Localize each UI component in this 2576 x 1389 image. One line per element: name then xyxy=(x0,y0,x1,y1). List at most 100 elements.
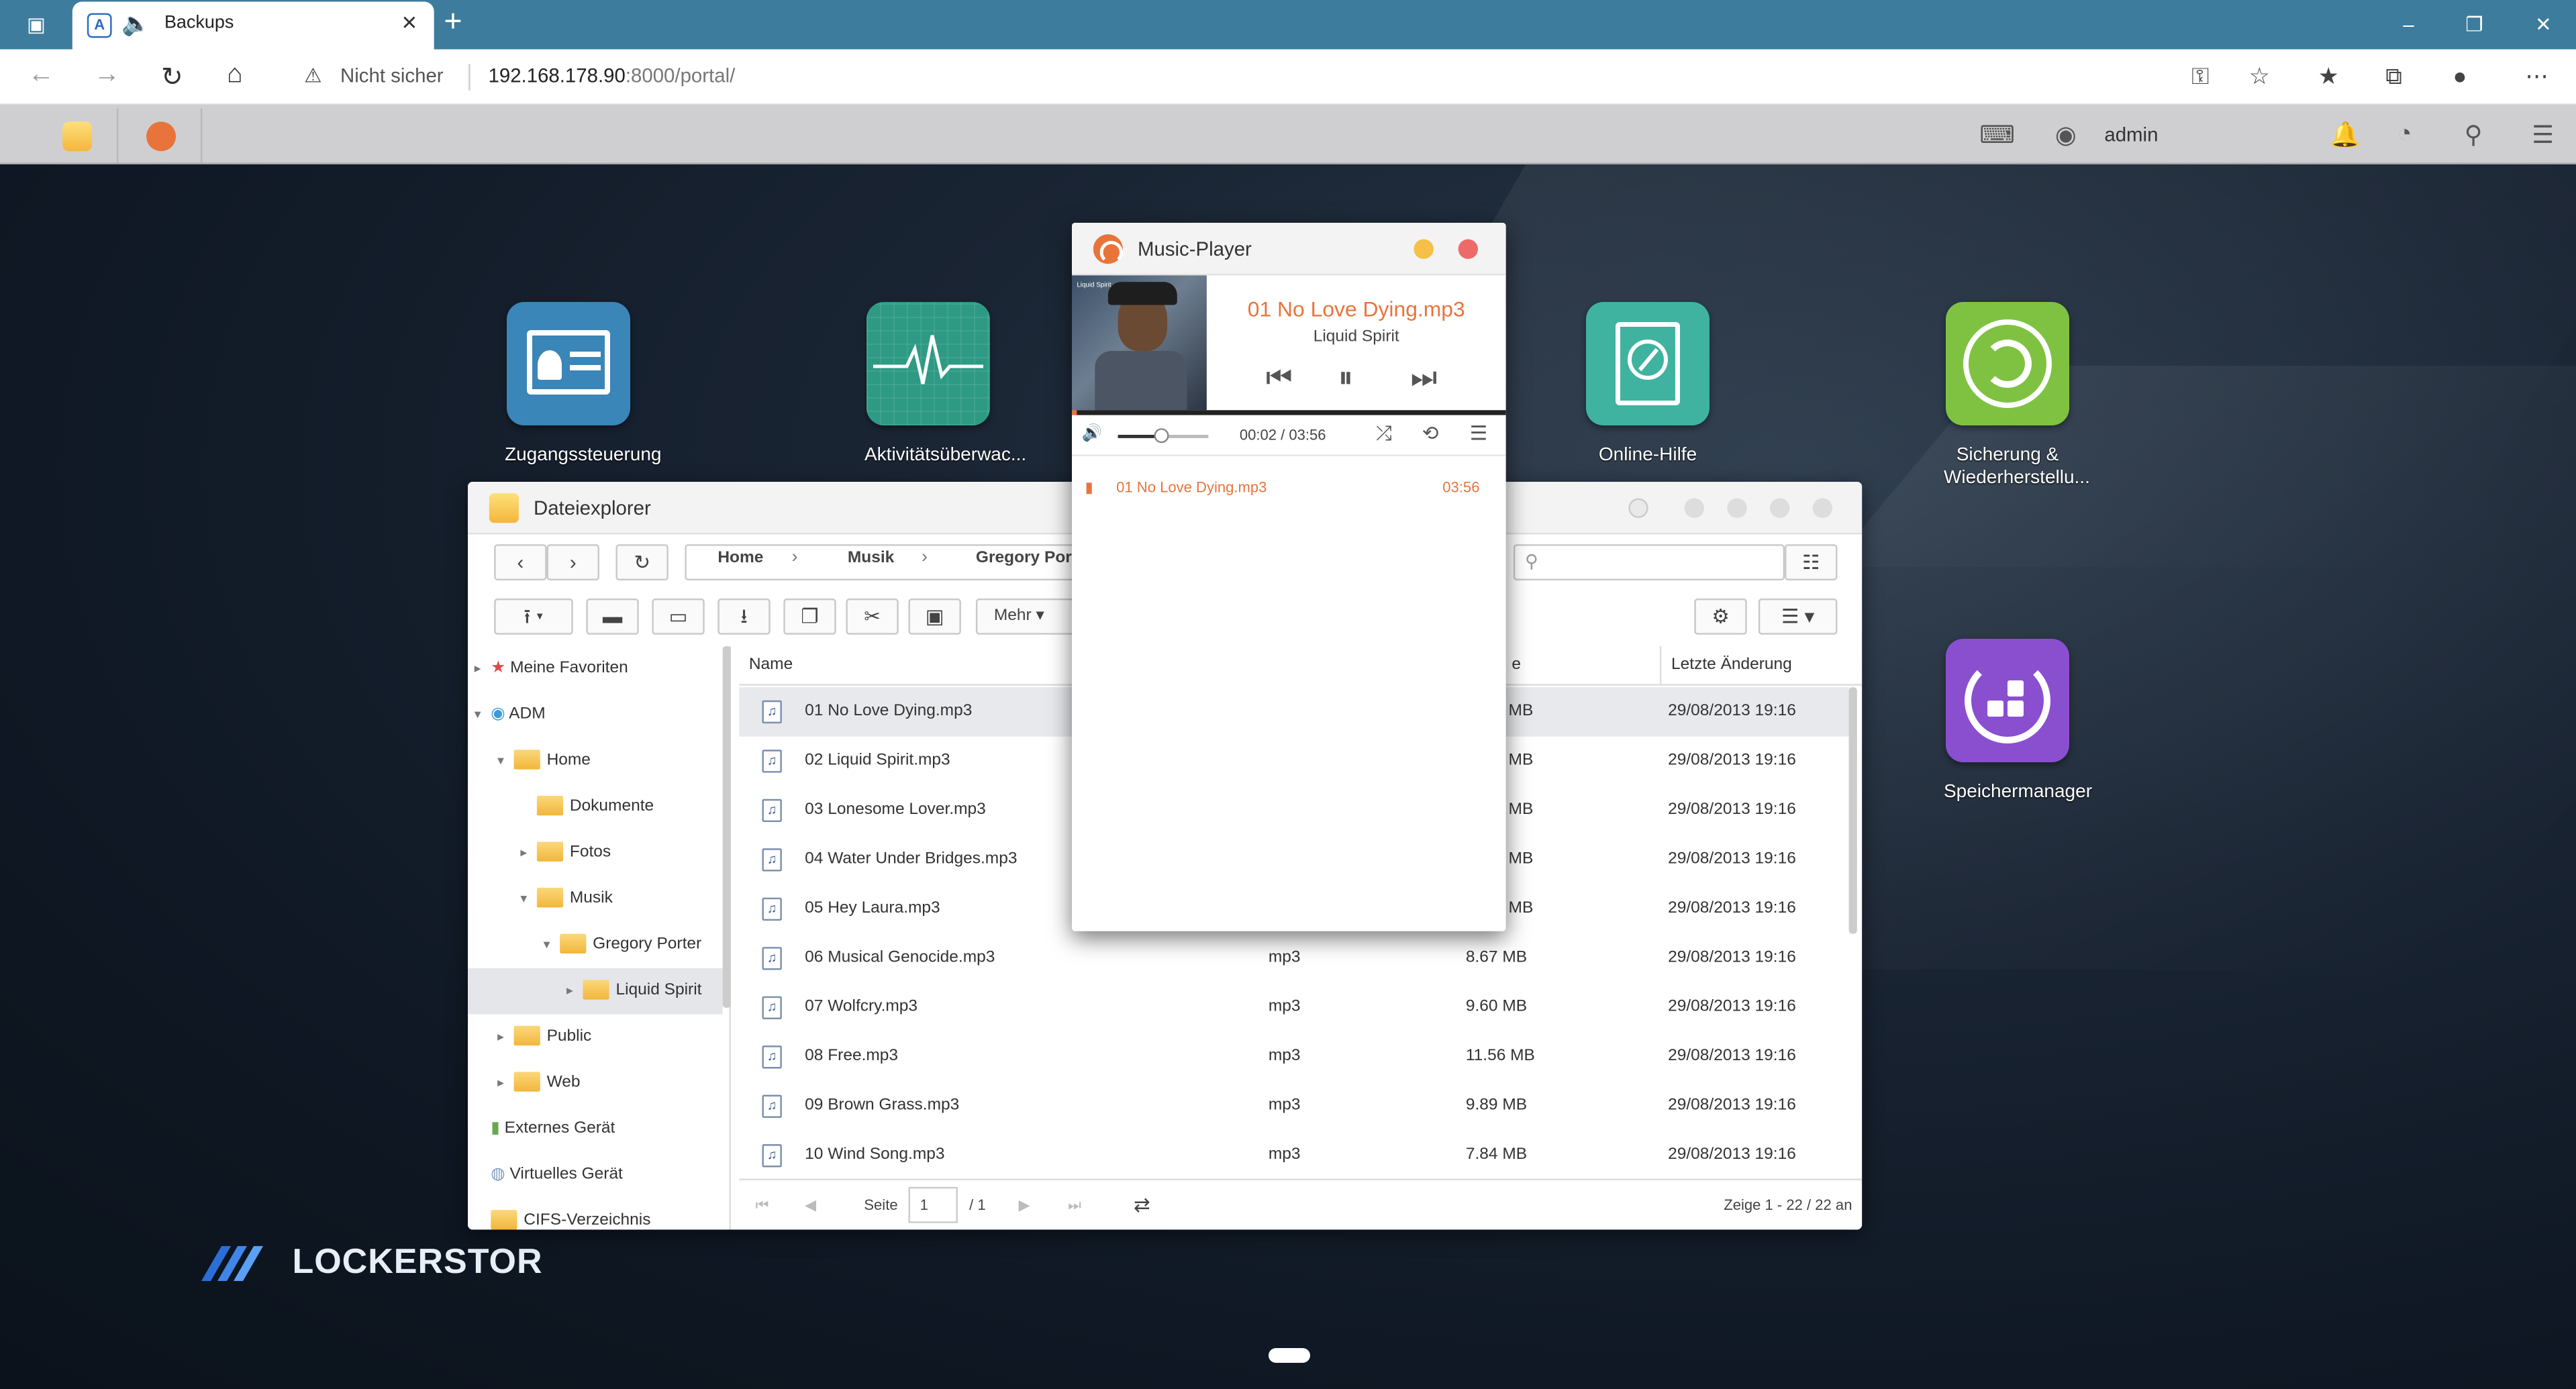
tree-item-web[interactable]: ▸ Web xyxy=(497,1060,581,1107)
window-close-icon[interactable]: ✕ xyxy=(2528,10,2558,40)
add-favorite-icon[interactable]: ☆ xyxy=(2249,62,2270,91)
file-row[interactable]: ♫ 10 Wind Song.mp3 mp3 7.84 MB 29/08/2013 19… xyxy=(739,1131,1848,1180)
favorites-icon[interactable]: ★ xyxy=(2318,62,2339,91)
playlist-icon[interactable]: ☰ xyxy=(1470,421,1487,444)
tab-actions-icon[interactable]: ▣ xyxy=(21,10,51,40)
reload-icon[interactable]: ↻ xyxy=(161,61,183,94)
tree-item-public[interactable]: ▸ Public xyxy=(497,1015,591,1061)
window-btn-3[interactable] xyxy=(1770,498,1790,518)
desktop-icon-storage-manager[interactable]: Speichermanager xyxy=(1944,639,2092,803)
search-icon[interactable]: ⚲ xyxy=(2465,120,2483,150)
back-button[interactable]: ‹ xyxy=(494,544,547,580)
view-mode-button[interactable]: ☰ ▾ xyxy=(1758,598,1838,635)
desktop-icon-backup-restore[interactable]: Sicherung & Wiederherstellu... xyxy=(1944,302,2090,488)
breadcrumb-home[interactable]: Home xyxy=(717,549,763,567)
player-titlebar[interactable]: Music-Player xyxy=(1072,223,1506,276)
tree-item-fotos[interactable]: ▸ Fotos xyxy=(520,830,611,876)
window-btn-2[interactable] xyxy=(1727,498,1747,518)
repeat-icon[interactable]: ⟲ xyxy=(1422,421,1439,444)
url-field[interactable]: 192.168.178.90:8000/portal/ xyxy=(489,64,736,87)
refresh-list-icon[interactable]: ⇄ xyxy=(1134,1180,1150,1229)
list-scrollbar[interactable] xyxy=(1848,687,1857,934)
file-row[interactable]: ♫ 09 Brown Grass.mp3 mp3 9.89 MB 29/08/2013 … xyxy=(739,1082,1848,1131)
tree-item-favorites[interactable]: ▸ ★ Meine Favoriten xyxy=(475,646,628,692)
desktop-icon-activity-monitor[interactable]: Aktivitätsüberwac... xyxy=(864,302,1026,466)
desktop-icon-access-control[interactable]: Zugangssteuerung xyxy=(505,302,662,466)
profile-icon[interactable]: ● xyxy=(2453,62,2467,89)
settings-button[interactable]: ⚙ xyxy=(1694,598,1747,635)
search-input[interactable]: ⚲ xyxy=(1513,544,1785,580)
search-options-button[interactable]: ☷ xyxy=(1785,544,1838,580)
restore-icon[interactable]: ❐ xyxy=(2459,10,2489,40)
home-icon[interactable]: ⌂ xyxy=(227,61,243,91)
browser-tab[interactable]: A 🔈 Backups ✕ xyxy=(72,1,434,50)
first-page-icon[interactable]: ⏮ xyxy=(756,1180,769,1229)
prev-page-icon[interactable]: ◀ xyxy=(805,1180,816,1229)
dashboard-icon[interactable]: ◔ xyxy=(2397,120,2412,148)
next-track-icon[interactable]: ⏭ xyxy=(1411,361,1438,395)
volume-knob[interactable] xyxy=(1154,428,1169,444)
notification-bell-icon[interactable]: 🔔 xyxy=(2330,120,2361,150)
more-icon[interactable]: ⋯ xyxy=(2525,62,2548,91)
file-row[interactable]: ♫ 07 Wolfcry.mp3 mp3 9.60 MB 29/08/2013 19:1… xyxy=(739,983,1848,1032)
volume-slider[interactable] xyxy=(1118,428,1209,444)
taskbar-file-explorer[interactable] xyxy=(36,108,119,163)
player-minimize-btn[interactable] xyxy=(1414,239,1434,259)
next-page-icon[interactable]: ▶ xyxy=(1019,1180,1030,1229)
page-input[interactable]: 1 xyxy=(908,1186,958,1223)
tree-item-virtual-device[interactable]: ◍ Virtuelles Gerät xyxy=(475,1152,623,1198)
security-warning-text[interactable]: Nicht sicher xyxy=(340,64,444,87)
playlist-item[interactable]: ▮ 01 No Love Dying.mp3 03:56 xyxy=(1072,474,1506,501)
playback-progress[interactable] xyxy=(1072,410,1506,415)
tree-item-adm[interactable]: ▾ ◉ ADM xyxy=(475,692,546,739)
column-modified[interactable]: Letzte Änderung xyxy=(1659,646,1863,686)
more-dropdown[interactable]: Mehr ▾ xyxy=(975,598,1075,635)
new-share-button[interactable]: ▭ xyxy=(652,598,705,635)
breadcrumb-musik[interactable]: Musik xyxy=(848,549,894,567)
collections-icon[interactable]: ⧉ xyxy=(2385,62,2401,91)
breadcrumb-artist[interactable]: Gregory Por xyxy=(976,549,1072,567)
desktop-page-indicator[interactable] xyxy=(1269,1348,1310,1363)
tree-item-dokumente[interactable]: Dokumente xyxy=(520,784,654,831)
user-avatar-icon[interactable]: ◉ xyxy=(2055,120,2077,150)
key-icon[interactable]: ⚿ xyxy=(2191,62,2209,91)
back-icon[interactable]: ← xyxy=(28,61,54,91)
minimize-icon[interactable]: – xyxy=(2393,10,2423,40)
refresh-button[interactable]: ↻ xyxy=(615,544,668,580)
forward-icon[interactable]: → xyxy=(94,61,120,91)
pause-icon[interactable]: ⏸ xyxy=(1338,361,1353,395)
upload-button[interactable]: ⭱ ▾ xyxy=(494,598,573,635)
download-button[interactable]: ⭳ xyxy=(717,598,771,635)
tree-item-cifs[interactable]: CIFS-Verzeichnis xyxy=(475,1198,651,1230)
select-button[interactable]: ▣ xyxy=(908,598,961,635)
tree-scrollbar[interactable] xyxy=(722,646,731,1008)
close-tab-icon[interactable]: ✕ xyxy=(401,11,418,34)
collapse-icon[interactable] xyxy=(1628,498,1648,518)
last-page-icon[interactable]: ⏭ xyxy=(1068,1180,1081,1229)
shuffle-icon[interactable]: ⤮ xyxy=(1376,421,1392,446)
window-close-btn[interactable] xyxy=(1812,498,1833,518)
new-folder-button[interactable]: ▬ xyxy=(586,598,639,635)
file-row[interactable]: ♫ 08 Free.mp3 mp3 11.56 MB 29/08/2013 19:16 xyxy=(739,1033,1848,1082)
volume-icon[interactable]: 🔊 xyxy=(1082,425,1103,443)
forward-button[interactable]: › xyxy=(546,544,599,580)
desktop-icon-online-help[interactable]: Online-Hilfe xyxy=(1584,302,1712,466)
previous-track-icon[interactable]: ⏮ xyxy=(1266,361,1293,395)
file-row[interactable]: ♫ 06 Musical Genocide.mp3 mp3 8.67 MB 29/08/… xyxy=(739,934,1848,983)
taskbar-music-player[interactable] xyxy=(120,108,203,163)
keyboard-icon[interactable]: ⌨ xyxy=(1979,120,2015,150)
tree-item-musik[interactable]: ▾ Musik xyxy=(520,876,613,923)
copy-button[interactable]: ❐ xyxy=(783,598,836,635)
warning-icon[interactable]: ⚠ xyxy=(304,64,321,87)
settings-panel-icon[interactable]: ☰ xyxy=(2532,120,2554,150)
window-btn-1[interactable] xyxy=(1684,498,1705,518)
tree-item-gregory-porter[interactable]: ▾ Gregory Porter xyxy=(544,922,701,968)
tree-item-external-device[interactable]: ▮ Externes Gerät xyxy=(475,1107,615,1153)
speaker-icon[interactable]: 🔈 xyxy=(121,10,150,38)
player-close-btn[interactable] xyxy=(1458,239,1479,259)
new-tab-button[interactable]: + xyxy=(444,5,462,41)
tree-item-home[interactable]: ▾ Home xyxy=(497,738,591,784)
cut-button[interactable]: ✂ xyxy=(846,598,899,635)
adm-username[interactable]: admin xyxy=(2104,123,2158,146)
tree-item-liquid-spirit[interactable]: ▸ Liquid Spirit xyxy=(468,968,723,1015)
